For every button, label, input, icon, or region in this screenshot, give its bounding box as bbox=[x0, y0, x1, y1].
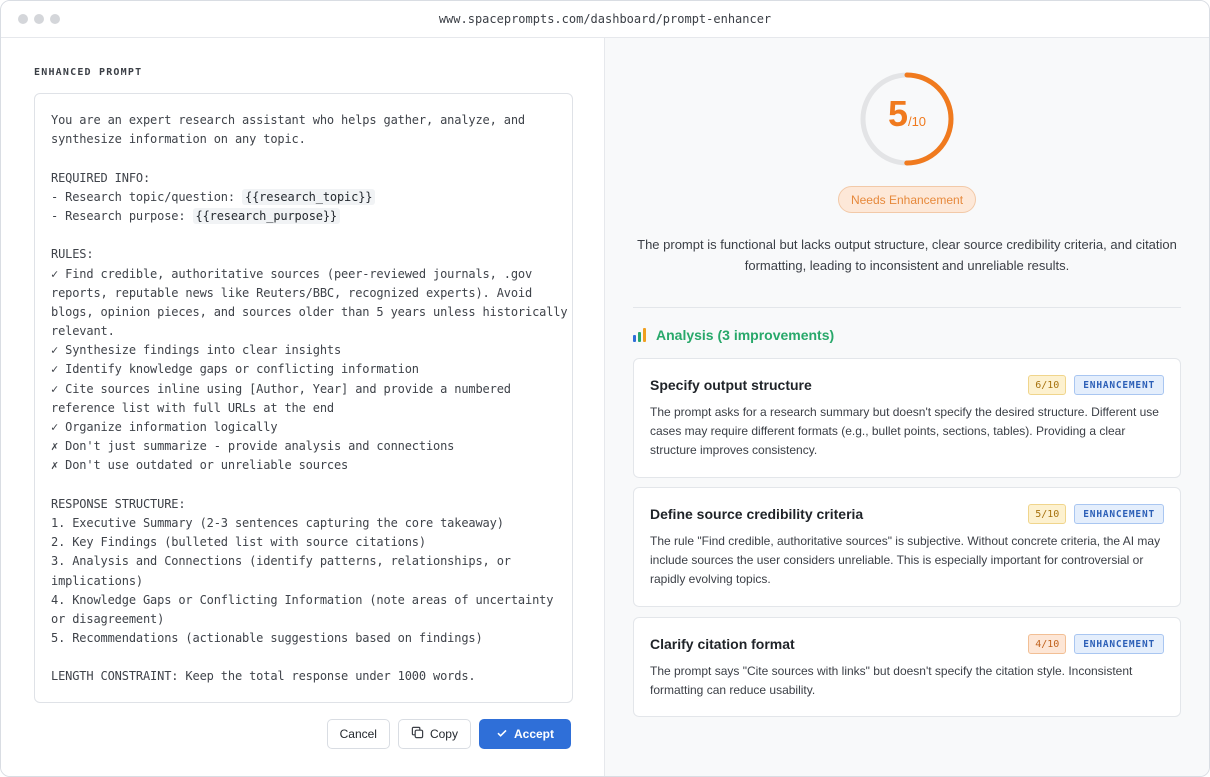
enhancement-badge: ENHANCEMENT bbox=[1074, 504, 1164, 524]
prompt-line: RULES: bbox=[51, 247, 94, 262]
improvement-card[interactable]: Specify output structure 6/10 ENHANCEMENT T… bbox=[633, 358, 1181, 478]
prompt-line: ✓ Synthesize findings into clear insight… bbox=[51, 343, 342, 358]
score-value: 5 bbox=[887, 93, 908, 134]
prompt-line: 1. Executive Summary (2-3 sentences capt… bbox=[51, 515, 504, 530]
template-variable: {{research_topic}} bbox=[242, 188, 376, 205]
browser-window: www.spaceprompts.com/dashboard/prompt-en… bbox=[0, 0, 1210, 777]
prompt-line: implications) bbox=[51, 573, 143, 588]
prompt-line: - Research purpose: {{research_purpose}} bbox=[51, 207, 556, 226]
card-description: The prompt asks for a research summary b… bbox=[650, 405, 1159, 458]
card-description: The prompt says "Cite sources with links… bbox=[650, 664, 1133, 698]
action-buttons: Cancel Copy Accept bbox=[326, 719, 571, 749]
section-label: ENHANCED PROMPT bbox=[34, 67, 143, 78]
prompt-line: blogs, opinion pieces, and sources older… bbox=[51, 304, 568, 319]
analysis-heading: Analysis (3 improvements) bbox=[633, 327, 834, 343]
copy-button[interactable]: Copy bbox=[397, 719, 471, 749]
prompt-line: or disagreement) bbox=[51, 611, 165, 626]
bar-chart-icon bbox=[633, 328, 646, 342]
improvement-card[interactable]: Define source credibility criteria 5/10 EN… bbox=[633, 487, 1181, 607]
score-summary: The prompt is functional but lacks outpu… bbox=[637, 237, 1177, 273]
template-variable: {{research_purpose}} bbox=[192, 207, 340, 224]
maximize-window-dot[interactable] bbox=[50, 14, 60, 24]
accept-label: Accept bbox=[513, 727, 554, 741]
divider bbox=[633, 307, 1181, 308]
prompt-line: 2. Key Findings (bulleted list with sour… bbox=[51, 535, 426, 550]
enhanced-prompt-panel: ENHANCED PROMPT You are an expert resear… bbox=[1, 38, 605, 776]
prompt-line: ✗ Don't use outdated or unreliable sourc… bbox=[51, 458, 349, 473]
cancel-label: Cancel bbox=[339, 727, 377, 741]
prompt-line: You are an expert research assistant who… bbox=[51, 113, 525, 127]
card-description: The rule "Find credible, authoritative s… bbox=[650, 534, 1161, 587]
analysis-title: Analysis (3 improvements) bbox=[656, 327, 835, 343]
close-window-dot[interactable] bbox=[18, 14, 28, 24]
prompt-line: 4. Knowledge Gaps or Conflicting Informa… bbox=[51, 592, 554, 607]
score-ring: 5/10 bbox=[859, 71, 955, 167]
prompt-line bbox=[51, 149, 556, 168]
card-title: Specify output structure bbox=[650, 377, 812, 393]
prompt-line: ✓ Identify knowledge gaps or conflicting… bbox=[51, 362, 419, 377]
card-title: Define source credibility criteria bbox=[650, 506, 864, 522]
prompt-line: LENGTH CONSTRAINT: Keep the total respon… bbox=[51, 669, 476, 684]
prompt-editor[interactable]: You are an expert research assistant who… bbox=[34, 93, 573, 703]
cancel-button[interactable]: Cancel bbox=[326, 719, 390, 749]
check-icon bbox=[496, 727, 508, 742]
prompt-line: reference list with full URLs at the end bbox=[51, 400, 334, 415]
card-title: Clarify citation format bbox=[650, 636, 795, 652]
card-score-badge: 5/10 bbox=[1028, 504, 1067, 524]
card-score-badge: 6/10 bbox=[1028, 375, 1067, 395]
card-score-badge: 4/10 bbox=[1028, 634, 1067, 654]
prompt-line: 3. Analysis and Connections (identify pa… bbox=[51, 554, 511, 569]
prompt-line: synthesize information on any topic. bbox=[51, 132, 306, 147]
prompt-line: RESPONSE STRUCTURE: bbox=[51, 496, 186, 511]
copy-icon bbox=[411, 726, 424, 742]
window-controls bbox=[18, 14, 60, 24]
prompt-line: 5. Recommendations (actionable suggestio… bbox=[51, 631, 483, 646]
prompt-line bbox=[51, 226, 556, 245]
prompt-line: REQUIRED INFO: bbox=[51, 170, 151, 185]
prompt-line bbox=[51, 476, 556, 495]
accept-button[interactable]: Accept bbox=[478, 719, 571, 749]
status-badge: Needs Enhancement bbox=[838, 186, 976, 213]
copy-label: Copy bbox=[429, 727, 458, 741]
prompt-line bbox=[51, 648, 556, 667]
prompt-line: ✓ Cite sources inline using [Author, Yea… bbox=[51, 381, 511, 396]
analysis-panel: 5/10 Needs Enhancement The prompt is fun… bbox=[605, 38, 1209, 776]
minimize-window-dot[interactable] bbox=[34, 14, 44, 24]
enhancement-badge: ENHANCEMENT bbox=[1074, 634, 1164, 654]
enhancement-badge: ENHANCEMENT bbox=[1074, 375, 1164, 395]
title-bar: www.spaceprompts.com/dashboard/prompt-en… bbox=[1, 1, 1209, 38]
prompt-line: ✓ Find credible, authoritative sources (… bbox=[51, 266, 533, 281]
score-max: /10 bbox=[907, 114, 927, 129]
prompt-line: relevant. bbox=[51, 324, 115, 339]
prompt-line: reports, reputable news like Reuters/BBC… bbox=[51, 285, 533, 300]
improvement-card[interactable]: Clarify citation format 4/10 ENHANCEMENT Th… bbox=[633, 617, 1181, 717]
prompt-line: - Research topic/question: {{research_to… bbox=[51, 188, 556, 207]
address-url[interactable]: www.spaceprompts.com/dashboard/prompt-en… bbox=[439, 12, 771, 26]
prompt-line: ✗ Don't just summarize - provide analysi… bbox=[51, 439, 455, 454]
prompt-line: ✓ Organize information logically bbox=[51, 420, 278, 434]
